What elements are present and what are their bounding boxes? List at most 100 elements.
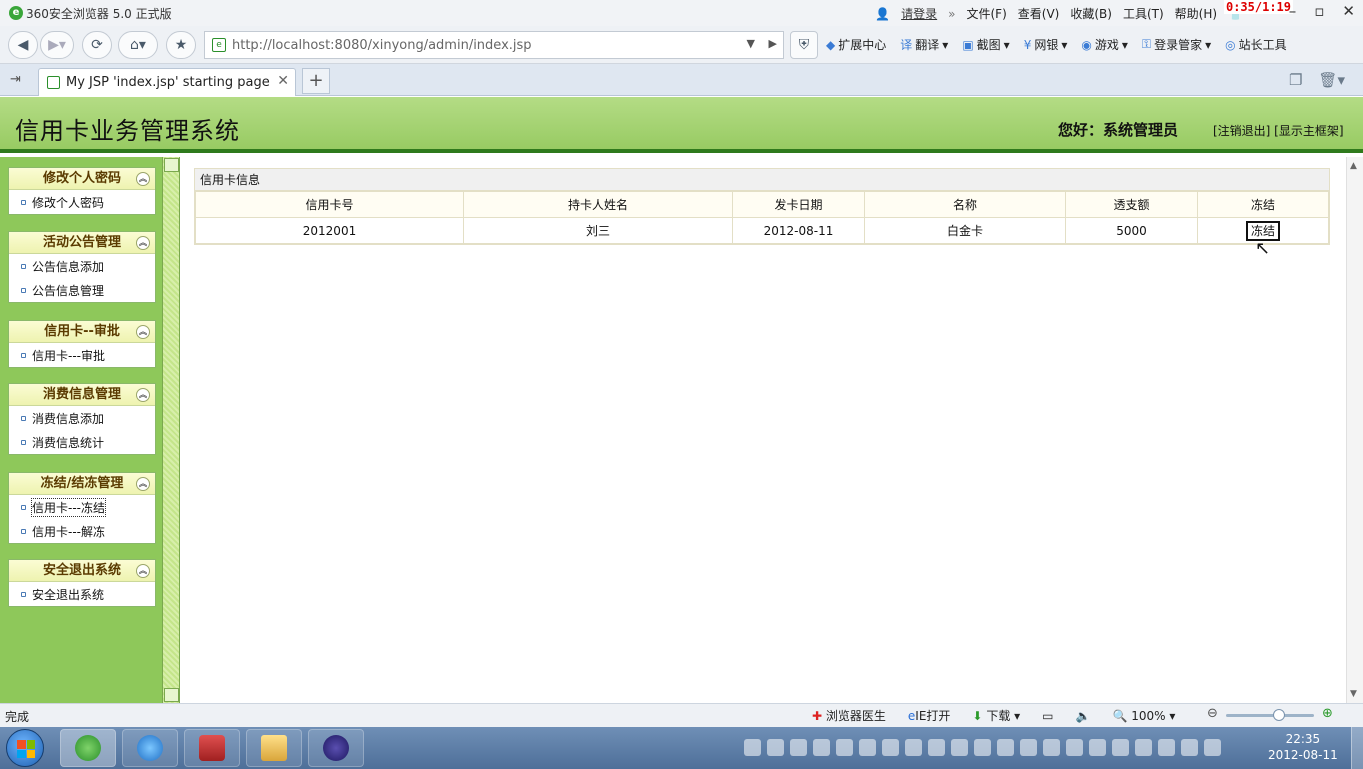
collapse-icon[interactable]: ︽ (136, 564, 150, 578)
favorite-button[interactable]: ★ (166, 31, 196, 59)
restore-tabs-icon[interactable]: ❐ (1289, 71, 1302, 89)
go-icon[interactable]: ▶ (769, 37, 777, 50)
tab-index-jsp[interactable]: My JSP 'index.jsp' starting page ✕ (38, 68, 296, 96)
collapse-icon[interactable]: ︽ (136, 325, 150, 339)
tray-app-icon[interactable] (951, 739, 968, 756)
tray-app-icon[interactable] (767, 739, 784, 756)
tray-app-icon[interactable] (790, 739, 807, 756)
taskbar-explorer[interactable] (246, 729, 302, 767)
taskbar-toolbox[interactable] (184, 729, 240, 767)
tray-app-icon[interactable] (974, 739, 991, 756)
zoom-slider[interactable] (1226, 709, 1314, 721)
back-button[interactable]: ◀ (8, 31, 38, 59)
scroll-up-icon[interactable]: ▲ (1350, 161, 1357, 171)
toolbar-translate[interactable]: 译翻译 ▾ (900, 36, 948, 53)
zoom-out-icon[interactable]: ⊖ (1207, 706, 1218, 721)
window-mode-icon[interactable]: ▭ (1042, 709, 1053, 723)
menu-item-notice-manage[interactable]: 公告信息管理 (9, 278, 155, 302)
toolbar-extensions[interactable]: ◆ 扩展中心 (826, 36, 886, 53)
speaker-icon[interactable]: 🔈 (1076, 709, 1091, 723)
flag-icon[interactable] (1135, 739, 1152, 756)
start-button[interactable] (6, 729, 44, 767)
menu-item-card-unfreeze[interactable]: 信用卡---解冻 (9, 519, 155, 543)
qq-icon[interactable] (882, 739, 899, 756)
volume-icon[interactable] (1204, 739, 1221, 756)
collapse-icon[interactable]: ︽ (136, 477, 150, 491)
tray-app-icon[interactable] (1181, 739, 1198, 756)
login-link[interactable]: 请登录 (901, 5, 937, 22)
security-button[interactable]: ⛨ (790, 31, 818, 59)
taskbar-360-browser[interactable] (60, 729, 116, 767)
collapse-icon[interactable]: ︽ (136, 236, 150, 250)
frame-splitter[interactable] (162, 157, 180, 703)
address-url[interactable]: http://localhost:8080/xinyong/admin/inde… (232, 38, 532, 53)
menu-item-change-password[interactable]: 修改个人密码 (9, 190, 155, 214)
menu-item-consumption-add[interactable]: 消费信息添加 (9, 406, 155, 430)
toolbar-webmaster[interactable]: ◎ 站长工具 (1225, 36, 1287, 53)
header-links[interactable]: [注销退出] [显示主框架] (1213, 122, 1344, 139)
menu-item-logout[interactable]: 安全退出系统 (9, 582, 155, 606)
menu-group-title[interactable]: 安全退出系统 ︽ (9, 560, 155, 582)
menu-arrows[interactable]: » (948, 7, 955, 21)
collapse-icon[interactable]: ︽ (136, 388, 150, 402)
tray-app-icon[interactable] (1112, 739, 1129, 756)
address-bar[interactable]: e http://localhost:8080/xinyong/admin/in… (204, 31, 784, 59)
close-tab-icon[interactable]: ✕ (277, 73, 289, 89)
scroll-down-icon[interactable]: ▼ (1350, 689, 1357, 699)
tray-app-icon[interactable] (1158, 739, 1175, 756)
toolbar-games[interactable]: ◉ 游戏 ▾ (1081, 36, 1128, 53)
tray-app-icon[interactable] (1066, 739, 1083, 756)
qq-icon[interactable] (836, 739, 853, 756)
tray-app-icon[interactable] (905, 739, 922, 756)
maximize-icon[interactable]: ▫ (1314, 2, 1324, 20)
splitter-bottom-handle[interactable] (164, 688, 179, 702)
menu-file[interactable]: 文件(F) (966, 5, 1006, 22)
tray-app-icon[interactable] (928, 739, 945, 756)
menu-item-card-approval[interactable]: 信用卡---审批 (9, 343, 155, 367)
home-button[interactable]: ⌂▾ (118, 31, 158, 59)
new-tab-button[interactable]: + (302, 68, 330, 94)
forward-button[interactable]: ▶▾ (40, 31, 74, 59)
shield-icon[interactable] (1020, 739, 1037, 756)
browser-doctor[interactable]: ✚ 浏览器医生 (812, 707, 886, 724)
splitter-top-handle[interactable] (164, 158, 179, 172)
toolbar-login-manager[interactable]: ⚿ 登录管家 ▾ (1142, 36, 1211, 53)
sidebar-toggle-icon[interactable]: ⇥ (10, 72, 21, 87)
tray-app-icon[interactable] (1089, 739, 1106, 756)
trash-icon[interactable]: 🗑▾ (1318, 71, 1345, 89)
menu-group-title[interactable]: 活动公告管理 ︽ (9, 232, 155, 254)
tray-app-icon[interactable] (1043, 739, 1060, 756)
menu-group-title[interactable]: 修改个人密码 ︽ (9, 168, 155, 190)
toolbar-screenshot[interactable]: ▣ 截图 ▾ (962, 36, 1009, 53)
collapse-icon[interactable]: ︽ (136, 172, 150, 186)
menu-item-card-freeze[interactable]: 信用卡---冻结 (9, 495, 155, 519)
menu-view[interactable]: 查看(V) (1018, 5, 1060, 22)
menu-group-title[interactable]: 消费信息管理 ︽ (9, 384, 155, 406)
menu-help[interactable]: 帮助(H) (1175, 5, 1217, 22)
show-desktop-button[interactable] (1351, 727, 1363, 769)
keyboard-icon[interactable] (744, 739, 761, 756)
menu-tools[interactable]: 工具(T) (1123, 5, 1164, 22)
qq-icon[interactable] (813, 739, 830, 756)
zoom-slider-knob[interactable] (1272, 709, 1285, 721)
taskbar-clock[interactable]: 22:35 2012-08-11 (1268, 731, 1338, 763)
menu-item-consumption-stats[interactable]: 消费信息统计 (9, 430, 155, 454)
chevron-down-icon[interactable]: ▼ (747, 37, 755, 50)
refresh-button[interactable]: ⟳ (82, 31, 112, 59)
vertical-scrollbar[interactable]: ▲ ▼ (1346, 157, 1363, 703)
toolbar-ebank[interactable]: ¥ 网银 ▾ (1024, 36, 1068, 53)
zoom-control[interactable]: 🔍 100% ▾ (1112, 709, 1175, 723)
open-in-ie[interactable]: eIE打开 (908, 707, 951, 724)
menu-item-notice-add[interactable]: 公告信息添加 (9, 254, 155, 278)
menu-group-title[interactable]: 冻结/结冻管理 ︽ (9, 473, 155, 495)
close-window-icon[interactable]: ✕ (1342, 2, 1355, 20)
menu-group-title[interactable]: 信用卡--审批 ︽ (9, 321, 155, 343)
tray-app-icon[interactable] (997, 739, 1014, 756)
qq-icon[interactable] (859, 739, 876, 756)
taskbar-ie[interactable] (122, 729, 178, 767)
taskbar-eclipse[interactable] (308, 729, 364, 767)
minimize-icon[interactable]: – (1289, 2, 1297, 20)
menu-favorites[interactable]: 收藏(B) (1070, 5, 1112, 22)
download-manager[interactable]: ⬇ 下载 ▾ (972, 707, 1020, 724)
zoom-in-icon[interactable]: ⊕ (1322, 706, 1333, 721)
